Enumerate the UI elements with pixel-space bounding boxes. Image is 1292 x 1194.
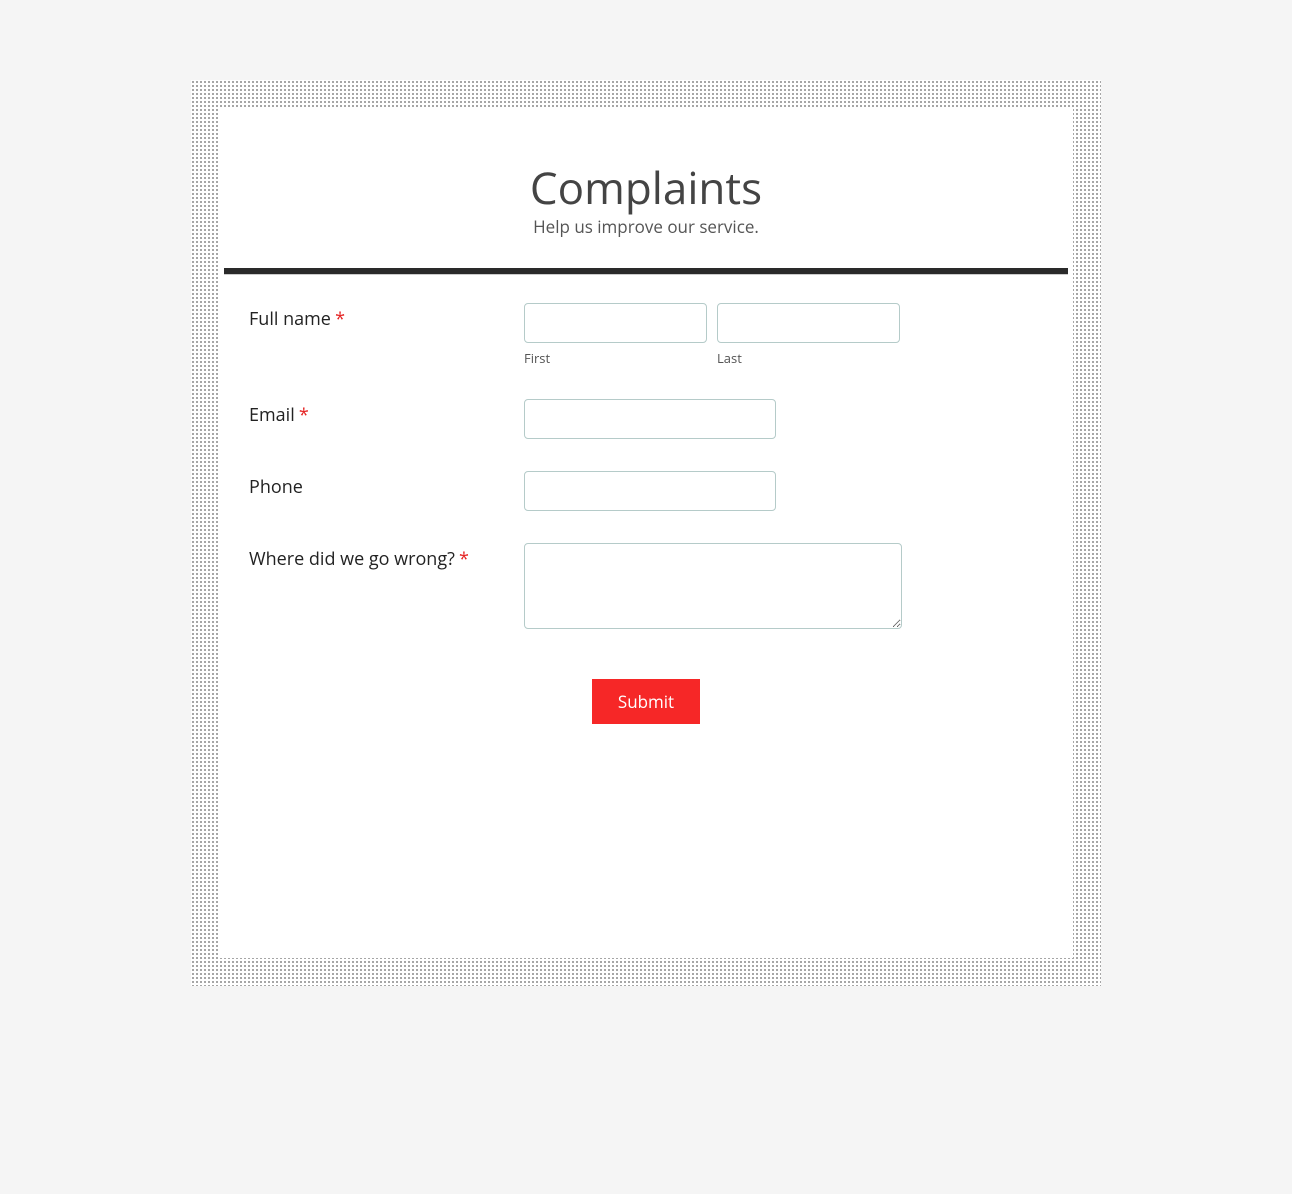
form-card: Complaints Help us improve our service. … xyxy=(219,108,1073,958)
page-subtitle: Help us improve our service. xyxy=(239,215,1053,238)
email-row: Email * xyxy=(249,399,1043,439)
phone-row: Phone xyxy=(249,471,1043,511)
phone-label: Phone xyxy=(249,475,303,499)
required-mark: * xyxy=(459,547,469,571)
required-mark: * xyxy=(335,307,345,331)
wrong-row: Where did we go wrong? * xyxy=(249,543,1043,634)
submit-row: Submit xyxy=(249,679,1043,724)
fullname-label: Full name xyxy=(249,307,331,331)
wrong-label: Where did we go wrong? xyxy=(249,547,455,571)
first-name-input[interactable] xyxy=(524,303,707,343)
fullname-row: Full name * First Last xyxy=(249,303,1043,367)
last-name-sublabel: Last xyxy=(717,349,900,367)
submit-button[interactable]: Submit xyxy=(592,679,700,724)
header-divider xyxy=(224,268,1068,275)
last-name-input[interactable] xyxy=(717,303,900,343)
form-header: Complaints Help us improve our service. xyxy=(219,163,1073,268)
form-body: Full name * First Last xyxy=(219,303,1073,724)
email-input[interactable] xyxy=(524,399,776,439)
required-mark: * xyxy=(299,403,309,427)
wrong-textarea[interactable] xyxy=(524,543,902,629)
page-title: Complaints xyxy=(239,163,1053,211)
email-label: Email xyxy=(249,403,295,427)
phone-input[interactable] xyxy=(524,471,776,511)
first-name-sublabel: First xyxy=(524,349,707,367)
form-frame: Complaints Help us improve our service. … xyxy=(191,80,1101,986)
